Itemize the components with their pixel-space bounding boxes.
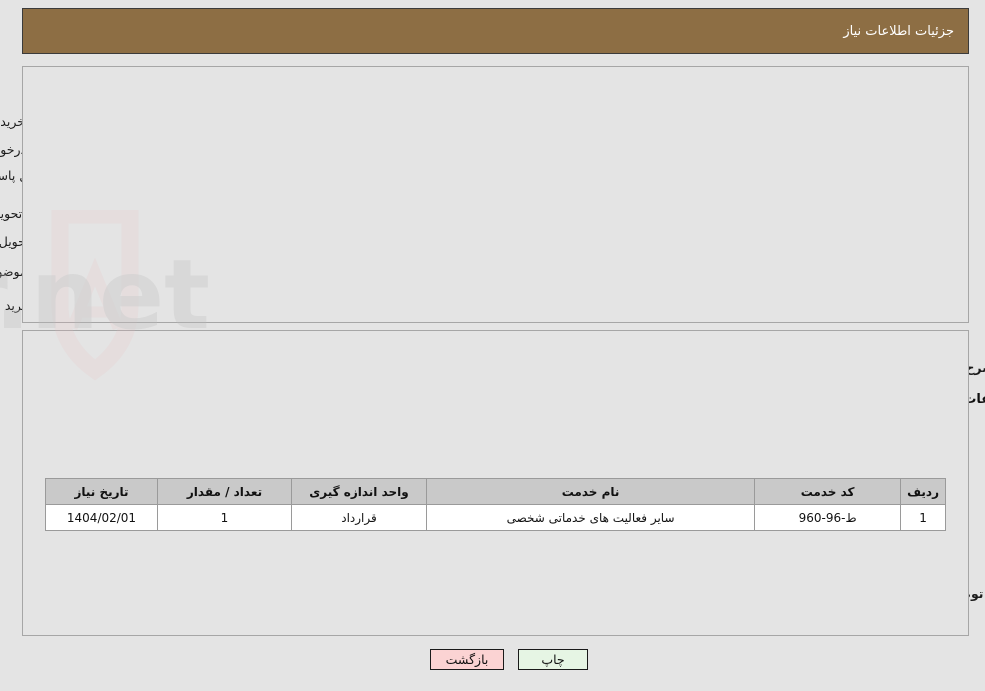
print-button[interactable]: چاپ xyxy=(518,649,588,670)
th-row: ردیف xyxy=(900,478,946,505)
cell-row: 1 xyxy=(900,504,946,531)
cell-need-date: 1404/02/01 xyxy=(45,504,158,531)
th-need-date: تاریخ نیاز xyxy=(45,478,158,505)
cell-code: ط-96-960 xyxy=(754,504,902,531)
cell-quantity: 1 xyxy=(157,504,292,531)
page-header: جزئیات اطلاعات نیاز xyxy=(22,8,969,54)
back-button-label: بازگشت xyxy=(445,652,489,667)
th-name: نام خدمت xyxy=(425,478,756,505)
th-quantity: تعداد / مقدار xyxy=(157,478,292,505)
back-button[interactable]: بازگشت xyxy=(430,649,504,670)
th-unit: واحد اندازه گیری xyxy=(291,478,427,505)
table-header-row: ردیف کد خدمت نام خدمت واحد اندازه گیری ت… xyxy=(45,478,946,505)
print-button-label: چاپ xyxy=(541,652,565,667)
cell-name: سایر فعالیت های خدماتی شخصی xyxy=(425,504,756,531)
services-table: ردیف کد خدمت نام خدمت واحد اندازه گیری ت… xyxy=(45,478,946,531)
need-info-panel xyxy=(22,66,969,323)
th-code: کد خدمت xyxy=(754,478,902,505)
table-row: 1 ط-96-960 سایر فعالیت های خدماتی شخصی ق… xyxy=(45,504,946,531)
cell-unit: قرارداد xyxy=(291,504,427,531)
page-title: جزئیات اطلاعات نیاز xyxy=(843,23,954,39)
